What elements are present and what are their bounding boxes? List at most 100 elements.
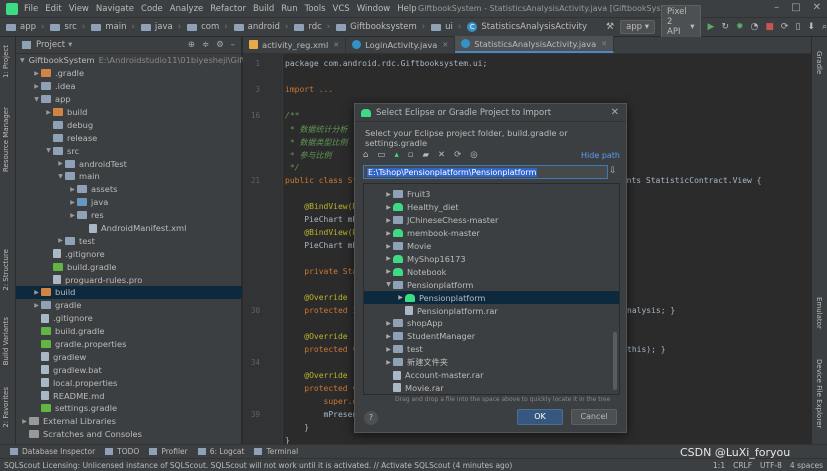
menu-navigate[interactable]: Navigate [96, 4, 134, 14]
tool-window-build-variants[interactable]: Build Variants [2, 317, 10, 365]
tool-window-favorites[interactable]: 2: Favorites [2, 387, 10, 428]
breadcrumb-ui[interactable]: ui › [431, 22, 461, 32]
search-icon[interactable]: ⌕ [822, 22, 827, 32]
close-tab-icon[interactable]: ✕ [442, 41, 448, 49]
file-tree-item-myshop16173[interactable]: ▶ MyShop16173 [364, 253, 619, 266]
file-tree-item-notebook[interactable]: ▶ Notebook [364, 265, 619, 278]
expand-right-icon[interactable]: ▶ [68, 186, 77, 193]
tree-item-readme-md[interactable]: README.md [16, 389, 242, 402]
tree-item-gradle[interactable]: ▶ gradle [16, 299, 242, 312]
tool-window-device-file-explorer[interactable]: Device File Explorer [815, 359, 823, 428]
tree-item-giftbooksystem[interactable]: ▼ GiftbookSystem E:\Androidstudio11\01biye… [16, 54, 251, 67]
file-tree-item-item[interactable]: ▶ 新建文件夹 [364, 356, 619, 369]
expand-right-icon[interactable]: ▶ [56, 160, 65, 167]
menu-view[interactable]: View [69, 4, 89, 14]
expand-right-icon[interactable]: ▶ [384, 191, 393, 198]
status-message[interactable]: SQLScout Licensing: Unlicensed instance … [4, 461, 512, 470]
menu-refactor[interactable]: Refactor [210, 4, 246, 14]
file-tree-item-healthy-diet[interactable]: ▶ Healthy_diet [364, 201, 619, 214]
expand-right-icon[interactable]: ▶ [384, 333, 393, 340]
collapse-all-icon[interactable]: ≑ [202, 40, 209, 50]
tree-item-scratches-and-consoles[interactable]: Scratches and Consoles [16, 428, 242, 441]
tree-item-idea[interactable]: ▶ .idea [16, 80, 242, 93]
tab-loginactivity-java[interactable]: LoginActivity.java ✕ [346, 36, 456, 53]
tree-item-test[interactable]: ▶ test [16, 234, 242, 247]
file-tree-item-pensionplatform[interactable]: ▶ Pensionplatform [364, 291, 619, 305]
expand-down-icon[interactable]: ▼ [384, 281, 393, 288]
file-tree-item-pensionplatform-rar[interactable]: Pensionplatform.rar [364, 304, 619, 317]
bottom-tab-database-inspector[interactable]: Database Inspector [10, 447, 95, 456]
tree-item-main[interactable]: ▼ main [16, 170, 242, 183]
tree-item-external-libraries[interactable]: ▶ External Libraries [16, 415, 242, 428]
file-tree-item-shopapp[interactable]: ▶ shopApp [364, 317, 619, 330]
status-crlf[interactable]: CRLF [733, 461, 752, 470]
file-tree-item-test[interactable]: ▶ test [364, 343, 619, 356]
ok-button[interactable]: OK [517, 409, 563, 425]
apply-changes-icon[interactable]: ↻ [721, 22, 729, 32]
hide-panel-icon[interactable]: – [231, 40, 235, 50]
expand-down-icon[interactable]: ▼ [56, 173, 65, 180]
avd-manager-icon[interactable]: ▯ [795, 22, 800, 32]
tree-item-release[interactable]: release [16, 131, 242, 144]
expand-right-icon[interactable]: ▶ [68, 212, 77, 219]
expand-right-icon[interactable]: ▶ [32, 289, 41, 296]
tree-item-debug[interactable]: debug [16, 118, 242, 131]
expand-right-icon[interactable]: ▶ [384, 255, 393, 262]
project-view-dropdown[interactable]: Project [36, 40, 65, 50]
tree-item-res[interactable]: ▶ res [16, 209, 242, 222]
home-icon[interactable]: ⌂ [363, 150, 368, 160]
tree-item-androidmanifest-xml[interactable]: AndroidManifest.xml [16, 222, 242, 235]
tree-item-build-gradle[interactable]: build.gradle [16, 260, 242, 273]
expand-down-icon[interactable]: ▼ [44, 147, 53, 154]
tree-item-build[interactable]: ▶ build [16, 106, 242, 119]
tree-item-settings-gradle[interactable]: settings.gradle [16, 402, 242, 415]
delete-icon[interactable]: ✕ [438, 150, 445, 160]
tool-window-gradle[interactable]: Gradle [815, 51, 823, 74]
breadcrumb-app[interactable]: app › [6, 22, 44, 32]
tree-item-build[interactable]: ▶ build [16, 286, 242, 299]
menu-analyze[interactable]: Analyze [170, 4, 204, 14]
expand-down-icon[interactable]: ▼ [20, 57, 25, 64]
tree-item-gradlew-bat[interactable]: gradlew.bat [16, 363, 242, 376]
tree-item-java[interactable]: ▶ java [16, 196, 242, 209]
menu-file[interactable]: File [24, 4, 38, 14]
tree-item-androidtest[interactable]: ▶ androidTest [16, 157, 242, 170]
expand-right-icon[interactable]: ▶ [384, 320, 393, 327]
close-tab-icon[interactable]: ✕ [601, 40, 607, 48]
bottom-tab-terminal[interactable]: Terminal [254, 447, 298, 456]
file-tree-item-account-master-rar[interactable]: Account-master.rar [364, 369, 619, 382]
file-tree-item-fruit3[interactable]: ▶ Fruit3 [364, 188, 619, 201]
tool-window-project[interactable]: 1: Project [2, 45, 10, 78]
breadcrumb-java[interactable]: java › [141, 22, 181, 32]
menu-vcs[interactable]: VCS [333, 4, 350, 14]
expand-right-icon[interactable]: ▶ [32, 83, 41, 90]
breadcrumb-giftbooksystem[interactable]: Giftbooksystem › [336, 22, 425, 32]
menu-window[interactable]: Window [357, 4, 391, 14]
expand-right-icon[interactable]: ▶ [384, 359, 393, 366]
dialog-close-icon[interactable]: ✕ [611, 107, 619, 118]
breadcrumb-com[interactable]: com › [187, 22, 228, 32]
tree-item-proguard-rules-pro[interactable]: proguard-rules.pro [16, 273, 242, 286]
refresh-icon[interactable]: ⟳ [454, 150, 461, 160]
hammer-icon[interactable]: ⚒ [606, 22, 614, 32]
status-1-1[interactable]: 1:1 [713, 461, 725, 470]
bottom-tab-profiler[interactable]: Profiler [149, 447, 187, 456]
hide-path-link[interactable]: Hide path [581, 151, 620, 160]
tree-item-gradle-properties[interactable]: gradle.properties [16, 338, 242, 351]
breadcrumb-statisticsanalysisactivity[interactable]: StatisticsAnalysisActivity [467, 22, 587, 32]
show-hidden-icon[interactable]: ◎ [470, 150, 477, 160]
tree-item-local-properties[interactable]: local.properties [16, 376, 242, 389]
tab-statisticsanalysisactivity-java[interactable]: StatisticsAnalysisActivity.java ✕ [455, 36, 615, 53]
tool-window-emulator[interactable]: Emulator [815, 297, 823, 329]
debug-icon[interactable]: ✹ [736, 22, 744, 32]
menu-build[interactable]: Build [253, 4, 274, 14]
settings-gear-icon[interactable]: ⚙ [216, 40, 224, 50]
file-tree-item-membook-master[interactable]: ▶ membook-master [364, 227, 619, 240]
project-dir-icon[interactable]: ▴ [394, 150, 398, 160]
breadcrumb-src[interactable]: src › [50, 22, 85, 32]
run-config-dropdown[interactable]: app ▾ [620, 20, 656, 34]
help-button[interactable]: ? [364, 411, 378, 425]
path-history-icon[interactable]: ⇩ [609, 166, 617, 176]
file-tree-item-jchinesechess-master[interactable]: ▶ JChineseChess-master [364, 214, 619, 227]
tree-item-build-gradle[interactable]: build.gradle [16, 325, 242, 338]
